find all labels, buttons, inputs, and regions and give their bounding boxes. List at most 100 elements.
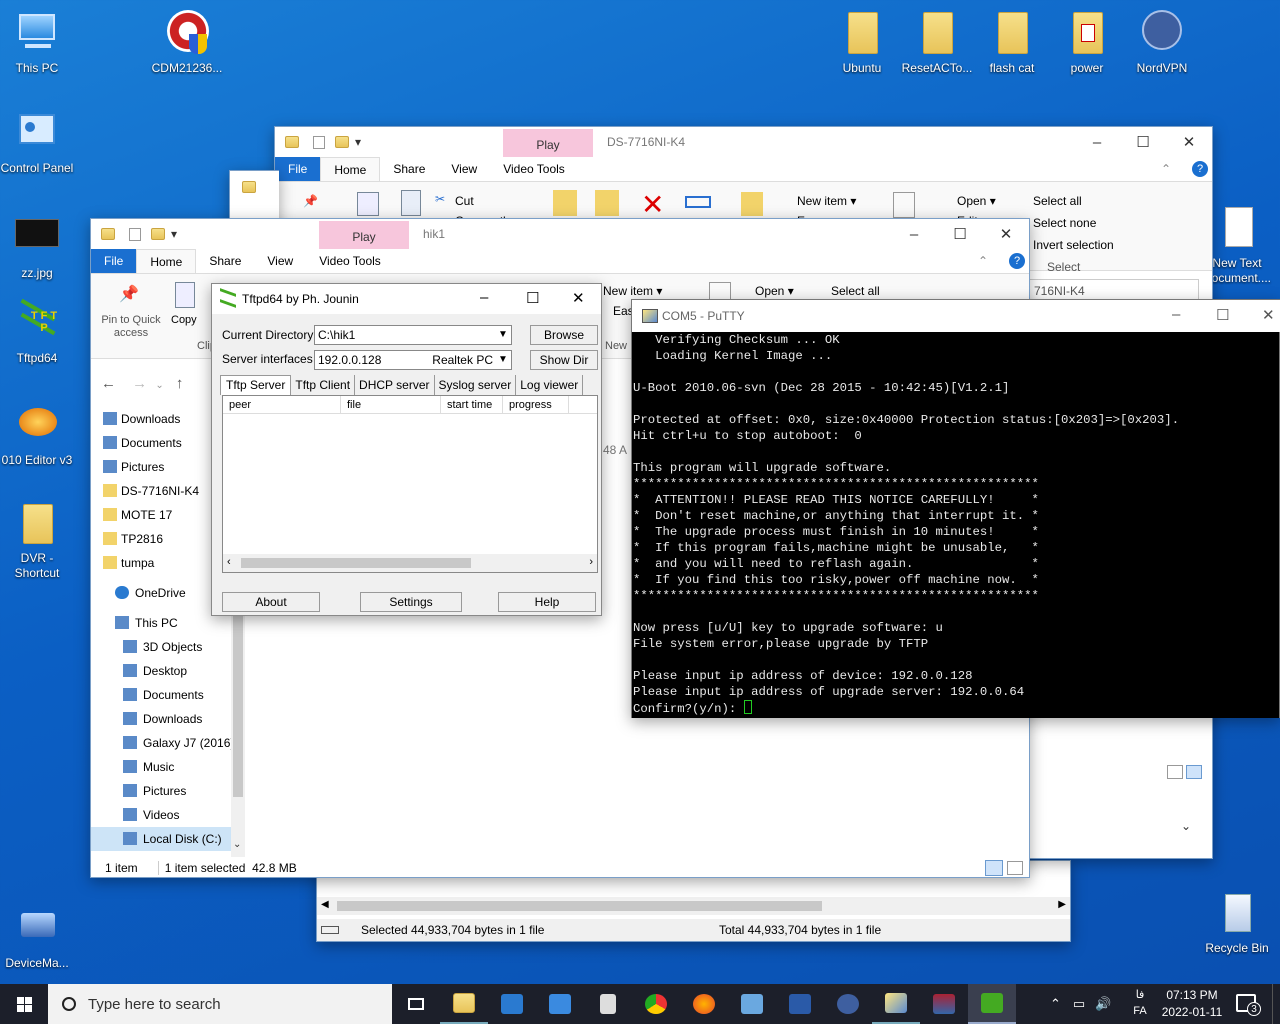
desktop-icon-tftpd64[interactable]: T F T P Tftpd64	[0, 298, 74, 365]
tab-video-tools[interactable]: Video Tools	[490, 157, 578, 181]
tab-dhcp-server[interactable]: DHCP server	[355, 375, 435, 395]
volume-icon[interactable]: 🔊	[1095, 996, 1111, 1012]
sidebar-item-pictures[interactable]: Pictures	[91, 779, 231, 803]
collapse-ribbon-icon[interactable]: ⌃	[965, 249, 1001, 273]
maximize-button[interactable]: ☐	[1120, 127, 1166, 157]
details-view-icon[interactable]	[1167, 765, 1183, 779]
tab-log-viewer[interactable]: Log viewer	[516, 375, 584, 395]
tab-view[interactable]: View	[254, 249, 306, 273]
current-directory-select[interactable]: C:\hik1 ▼	[314, 325, 512, 345]
sidebar-item-galaxy-j7-2016-[interactable]: Galaxy J7 (2016)	[91, 731, 234, 755]
back-icon[interactable]: ←	[101, 375, 116, 392]
server-interfaces-select[interactable]: 192.0.0.128 Realtek PC ▼	[314, 350, 512, 370]
sidebar-item-local-disk-c-[interactable]: Local Disk (C:)	[91, 827, 231, 851]
dropdown-icon[interactable]: ▾	[355, 135, 361, 149]
pin-icon[interactable]: 📌	[303, 194, 321, 212]
desktop-icon-010-editor[interactable]: 010 Editor v3	[0, 402, 74, 467]
about-button[interactable]: About	[222, 592, 320, 612]
taskbar-tftpd64[interactable]	[968, 984, 1016, 1024]
sidebar-item-videos[interactable]: Videos	[91, 803, 231, 827]
close-button[interactable]: ✕	[1262, 306, 1275, 324]
rename-icon[interactable]	[685, 196, 711, 208]
desktop-icon-resetactool[interactable]: ResetACTo...	[900, 10, 974, 75]
sidebar-item-3d-objects[interactable]: 3D Objects	[91, 635, 231, 659]
tab-tftp-client[interactable]: Tftp Client	[291, 375, 356, 395]
sidebar-item-downloads[interactable]: Downloads	[91, 707, 231, 731]
task-view-button[interactable]	[392, 984, 440, 1024]
taskbar-store[interactable]	[488, 984, 536, 1024]
paste-icon[interactable]	[401, 190, 421, 216]
copy-button[interactable]: Copy	[171, 314, 197, 326]
forward-icon[interactable]: →	[132, 375, 147, 392]
desktop-icon-nordvpn[interactable]: NordVPN	[1125, 10, 1199, 75]
tab-file[interactable]: File	[91, 249, 137, 273]
sidebar-item-tumpa[interactable]: tumpa	[91, 551, 231, 575]
move-to-icon[interactable]	[553, 190, 577, 216]
tab-home[interactable]: Home	[320, 156, 381, 182]
transfers-list[interactable]: peer file start time progress ‹ ›	[222, 395, 598, 573]
new-folder-icon[interactable]	[741, 192, 763, 216]
desktop-icon-zz-jpg[interactable]: zz.jpg	[0, 215, 74, 280]
language-indicator[interactable]: فا FA	[1130, 987, 1150, 1019]
up-icon[interactable]: ↑	[176, 375, 184, 392]
close-button[interactable]: ✕	[1166, 127, 1212, 157]
recent-dropdown-icon[interactable]: ⌄	[155, 380, 163, 391]
close-button[interactable]: ✕	[572, 289, 585, 307]
column-progress[interactable]: progress	[503, 396, 569, 413]
taskbar-mail[interactable]	[536, 984, 584, 1024]
desktop-icon-flash-cat[interactable]: flash cat	[975, 10, 1049, 75]
help-button[interactable]: Help	[498, 592, 596, 612]
tab-play[interactable]: Play	[503, 129, 593, 157]
close-button[interactable]: ✕	[983, 219, 1029, 249]
taskbar-media-player[interactable]	[584, 984, 632, 1024]
sidebar-item-documents[interactable]: Documents	[91, 683, 231, 707]
sidebar-item-desktop[interactable]: Desktop	[91, 659, 231, 683]
sidebar-item-tp2816[interactable]: TP2816	[91, 527, 231, 551]
sidebar-item-ds-7716ni-k4[interactable]: DS-7716NI-K4	[91, 479, 231, 503]
taskbar-chrome[interactable]	[632, 984, 680, 1024]
tab-home[interactable]: Home	[136, 248, 197, 274]
tab-share[interactable]: Share	[196, 249, 254, 273]
view-toggle[interactable]	[1167, 765, 1203, 783]
horizontal-scrollbar[interactable]: ‹ ›	[223, 554, 597, 572]
delete-icon[interactable]: ✕	[641, 188, 664, 221]
desktop-icon-recycle-bin[interactable]: Recycle Bin	[1200, 890, 1274, 955]
copy-icon[interactable]	[357, 192, 379, 216]
desktop-icon-this-pc[interactable]: This PC	[0, 10, 74, 75]
tab-file[interactable]: File	[275, 157, 321, 181]
desktop-icon-dvr-shortcut[interactable]: DVR - Shortcut	[0, 500, 74, 581]
sidebar-item-music[interactable]: Music	[91, 755, 231, 779]
column-start-time[interactable]: start time	[441, 396, 503, 413]
sidebar-item-onedrive[interactable]: OneDrive	[91, 581, 231, 605]
desktop-icon-control-panel[interactable]: Control Panel	[0, 110, 74, 175]
show-desktop-button[interactable]	[1272, 984, 1280, 1024]
pin-to-quick-access-button[interactable]: Pin to Quick access	[95, 314, 167, 340]
notification-center-button[interactable]: 3	[1236, 994, 1261, 1016]
minimize-button[interactable]: –	[1074, 127, 1120, 157]
show-dir-button[interactable]: Show Dir	[530, 350, 598, 370]
settings-button[interactable]: Settings	[360, 592, 462, 612]
collapse-ribbon-icon[interactable]: ⌃	[1148, 157, 1184, 181]
desktop-icon-cdm[interactable]: CDM21236...	[150, 10, 224, 75]
minimize-button[interactable]: –	[891, 219, 937, 249]
open-button[interactable]: Open ▾	[957, 194, 996, 208]
open-button[interactable]: Open ▾	[755, 284, 794, 298]
taskbar-putty[interactable]	[872, 984, 920, 1024]
tab-video-tools[interactable]: Video Tools	[306, 249, 394, 273]
column-peer[interactable]: peer	[223, 396, 341, 413]
sidebar-item-pictures[interactable]: Pictures	[91, 455, 231, 479]
sidebar-item-mote-17[interactable]: MOTE 17	[91, 503, 231, 527]
horizontal-scrollbar[interactable]: ◀ ▶	[317, 897, 1070, 915]
network-icon[interactable]: ▭	[1073, 996, 1085, 1012]
minimize-button[interactable]: –	[480, 289, 488, 306]
scissors-icon[interactable]: ✂	[435, 192, 445, 206]
search-box[interactable]: Type here to search	[48, 984, 392, 1024]
help-icon[interactable]: ?	[1192, 161, 1208, 177]
cut-button[interactable]: Cut	[455, 194, 474, 208]
chevron-up-icon[interactable]: ⌃	[1050, 996, 1061, 1012]
column-file[interactable]: file	[341, 396, 441, 413]
start-button[interactable]	[0, 984, 48, 1024]
maximize-button[interactable]: ☐	[526, 289, 539, 307]
sidebar-item-documents[interactable]: Documents	[91, 431, 231, 455]
properties-icon[interactable]	[893, 192, 915, 218]
